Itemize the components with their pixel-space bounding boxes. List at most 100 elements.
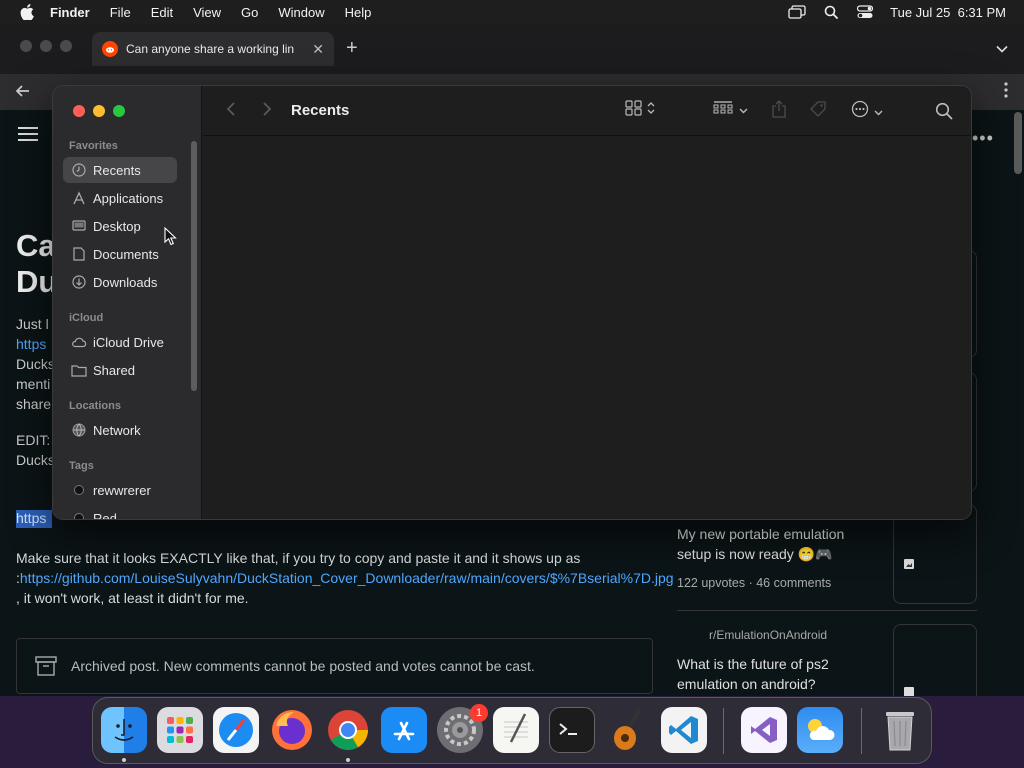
browser-tab-strip: Can anyone share a working lin ✕ + — [0, 24, 1024, 74]
share-icon — [771, 100, 787, 123]
dock-finder-icon[interactable] — [101, 707, 147, 753]
apple-menu-icon[interactable] — [18, 3, 36, 21]
sidebar-tag-red[interactable]: Red — [63, 505, 177, 519]
menu-app-finder[interactable]: Finder — [50, 5, 90, 20]
sidebar-item-desktop[interactable]: Desktop — [63, 213, 177, 239]
dock-terminal-icon[interactable] — [549, 707, 595, 753]
sidebar-item-applications[interactable]: Applications — [63, 185, 177, 211]
sidebar-item-label: Applications — [93, 190, 164, 206]
spotlight-search-icon[interactable] — [822, 3, 840, 21]
new-tab-button[interactable]: + — [346, 38, 358, 58]
finder-window: Favorites Recents Applications Desktop D… — [52, 85, 972, 520]
browser-back-icon[interactable] — [14, 82, 32, 105]
download-icon — [71, 274, 87, 290]
menu-edit[interactable]: Edit — [151, 5, 173, 20]
browser-maximize-button[interactable] — [60, 40, 72, 52]
sidebar-item-label: Network — [93, 422, 141, 438]
sidebar-tag-rewwrerer[interactable]: rewwrerer — [63, 477, 177, 503]
dock-garageband-icon[interactable] — [605, 707, 651, 753]
finder-empty-content[interactable] — [203, 137, 971, 519]
view-mode-button[interactable] — [625, 100, 655, 121]
related-post[interactable]: r/EmulationOnAndroid What is the future … — [677, 628, 877, 694]
screen-mirroring-icon[interactable] — [788, 3, 806, 21]
page-scrollbar[interactable] — [1014, 112, 1022, 174]
browser-minimize-button[interactable] — [40, 40, 52, 52]
hamburger-menu-icon[interactable] — [18, 126, 38, 147]
related-post-subreddit[interactable]: r/EmulationOnAndroid — [709, 628, 877, 642]
dock-trash-icon[interactable] — [877, 707, 923, 753]
menu-view[interactable]: View — [193, 5, 221, 20]
related-post-title[interactable]: My new portable emulation setup is now r… — [677, 524, 877, 564]
menu-window[interactable]: Window — [278, 5, 324, 20]
post-body-line: share — [16, 396, 52, 412]
related-thumbnail[interactable] — [893, 624, 977, 696]
section-favorites: Favorites — [69, 140, 118, 152]
browser-close-button[interactable] — [20, 40, 32, 52]
archive-box-icon — [35, 656, 57, 676]
finder-window-title: Recents — [291, 102, 350, 119]
more-options-icon[interactable]: ••• — [972, 128, 994, 149]
actions-button[interactable] — [851, 100, 883, 123]
selected-text-highlight[interactable]: https — [16, 510, 52, 528]
related-post-title[interactable]: What is the future of ps2 emulation on a… — [677, 654, 877, 694]
sidebar-item-icloud-drive[interactable]: iCloud Drive — [63, 329, 177, 355]
search-icon — [935, 102, 953, 125]
finder-maximize-button[interactable] — [113, 105, 125, 117]
dock-launchpad-icon[interactable] — [157, 707, 203, 753]
dock: 1 — [92, 697, 932, 764]
dock-safari-icon[interactable] — [213, 707, 259, 753]
sidebar-item-label: rewwrerer — [93, 482, 151, 498]
sidebar-item-recents[interactable]: Recents — [63, 157, 177, 183]
chevron-down-icon — [874, 103, 883, 121]
group-by-button[interactable] — [713, 100, 748, 119]
reddit-favicon-icon — [102, 41, 118, 57]
post-body-line: Just l — [16, 316, 49, 332]
sidebar-item-network[interactable]: Network — [63, 417, 177, 443]
post-body-link[interactable]: https — [16, 336, 56, 352]
forward-button[interactable] — [261, 101, 273, 117]
related-post[interactable]: My new portable emulation setup is now r… — [677, 524, 877, 590]
sidebar-item-label: Documents — [93, 246, 159, 262]
dock-running-indicator — [122, 758, 126, 762]
dock-vscode-icon[interactable] — [661, 707, 707, 753]
tag-icon — [809, 100, 827, 123]
back-button[interactable] — [225, 101, 237, 117]
tab-close-icon[interactable]: ✕ — [312, 41, 324, 58]
sidebar-item-documents[interactable]: Documents — [63, 241, 177, 267]
dock-chrome-icon[interactable] — [325, 707, 371, 753]
related-post-upvotes: 122 upvotes — [677, 576, 746, 590]
share-button[interactable] — [771, 100, 787, 123]
browser-tab-title: Can anyone share a working lin — [126, 42, 295, 56]
menu-file[interactable]: File — [110, 5, 131, 20]
post-paragraph: Make sure that it looks EXACTLY like tha… — [16, 548, 674, 608]
finder-window-controls — [73, 105, 125, 117]
document-icon — [71, 246, 87, 262]
archived-notice-text: Archived post. New comments cannot be po… — [71, 658, 535, 674]
cover-url-link[interactable]: https://github.com/LouiseSulyvahn/DuckSt… — [20, 570, 674, 586]
dock-app-store-icon[interactable] — [381, 707, 427, 753]
dock-firefox-icon[interactable] — [269, 707, 315, 753]
control-center-icon[interactable] — [856, 3, 874, 21]
finder-close-button[interactable] — [73, 105, 85, 117]
ellipsis-circle-icon — [851, 100, 869, 123]
paragraph-text-end: , it won't work, at least it didn't for … — [16, 590, 249, 606]
tag-button[interactable] — [809, 100, 827, 123]
dock-weather-icon[interactable] — [797, 707, 843, 753]
related-post-meta: 122 upvotes · 46 comments — [677, 576, 877, 590]
sidebar-item-label: Desktop — [93, 218, 141, 234]
finder-minimize-button[interactable] — [93, 105, 105, 117]
menu-clock[interactable]: Tue Jul 25 6:31 PM — [890, 5, 1006, 20]
dock-system-settings-icon[interactable]: 1 — [437, 704, 488, 753]
dock-visual-studio-icon[interactable] — [741, 707, 787, 753]
globe-icon — [71, 422, 87, 438]
menu-go[interactable]: Go — [241, 5, 258, 20]
search-button[interactable] — [935, 102, 953, 125]
sidebar-scrollbar[interactable] — [191, 141, 197, 391]
sidebar-item-downloads[interactable]: Downloads — [63, 269, 177, 295]
tab-search-chevron-icon[interactable] — [996, 40, 1008, 58]
browser-menu-icon[interactable] — [1004, 82, 1008, 103]
browser-tab[interactable]: Can anyone share a working lin ✕ — [92, 32, 334, 66]
sidebar-item-shared[interactable]: Shared — [63, 357, 177, 383]
menu-help[interactable]: Help — [345, 5, 372, 20]
dock-textedit-icon[interactable] — [493, 707, 539, 753]
